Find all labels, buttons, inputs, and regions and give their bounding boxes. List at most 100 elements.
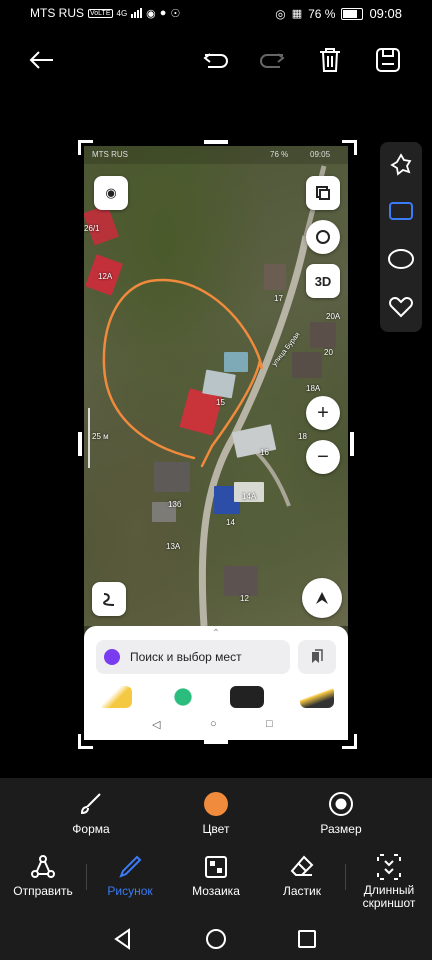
rotate-icon: [316, 230, 330, 244]
category-thumb[interactable]: [98, 686, 132, 708]
battery-percent: 76 %: [308, 6, 336, 21]
eye-icon: ◎: [275, 6, 286, 21]
tool-draw[interactable]: Рисунок: [87, 852, 173, 898]
avatar-button[interactable]: ◉: [94, 176, 128, 210]
zoom-out-button[interactable]: −: [306, 440, 340, 474]
arrow-left-icon[interactable]: [26, 44, 58, 76]
redo-icon[interactable]: [256, 44, 288, 76]
map-label: 26/1: [84, 224, 100, 233]
undo-icon[interactable]: [200, 44, 232, 76]
bookmarks-button[interactable]: [298, 640, 336, 674]
nav-home-icon[interactable]: [201, 924, 231, 954]
eraser-icon: [259, 852, 345, 882]
route-button[interactable]: [92, 582, 126, 616]
screenshot-preview[interactable]: 26/1 12A 17 20A 20 18A 15 18 16 14A 14 1…: [84, 146, 348, 740]
crop-handle-top-right[interactable]: [342, 140, 357, 155]
satellite-map[interactable]: 26/1 12A 17 20A 20 18A 15 18 16 14A 14 1…: [84, 146, 348, 626]
layers-button[interactable]: [306, 176, 340, 210]
bear-icon: ◉: [105, 185, 117, 200]
color-option[interactable]: Цвет: [171, 790, 261, 836]
location-icon: ●: [159, 7, 167, 19]
circle-icon[interactable]: [386, 244, 416, 274]
map-label: 20A: [326, 312, 341, 321]
compass-icon: [316, 592, 328, 604]
3d-button[interactable]: 3D: [306, 264, 340, 298]
carrier-label: MTS RUS: [30, 6, 84, 20]
alice-icon: [104, 649, 120, 665]
app-notification-icon: ☉: [170, 7, 181, 20]
nav-recents-icon[interactable]: [292, 924, 322, 954]
wifi-icon: ◉: [146, 7, 156, 20]
map-label: 20: [324, 348, 333, 357]
crop-handle-top[interactable]: [204, 140, 228, 144]
tool-mosaic[interactable]: Мозаика: [173, 852, 259, 898]
scroll-capture-icon: [346, 852, 432, 882]
route-icon: [103, 593, 115, 606]
trash-icon[interactable]: [314, 44, 346, 76]
rectangle-icon[interactable]: [386, 196, 416, 226]
crop-handle-right[interactable]: [350, 432, 354, 456]
inner-status-bar: MTS RUS 76 % 09:05: [84, 146, 348, 164]
brush-icon: [46, 790, 136, 818]
zoom-in-button[interactable]: +: [306, 396, 340, 430]
editor-toolbar: [0, 36, 432, 86]
category-thumb[interactable]: [300, 686, 334, 708]
nfc-icon: ▦: [291, 8, 303, 20]
color-dot-icon: [171, 790, 261, 818]
rotate-button[interactable]: [306, 220, 340, 254]
map-label: 16: [260, 448, 269, 457]
clock: 09:08: [369, 6, 402, 21]
mini-recents-icon: □: [266, 718, 273, 730]
crop-handle-bottom[interactable]: [204, 740, 228, 744]
layers-icon: [316, 186, 330, 200]
size-icon: [296, 790, 386, 818]
tool-eraser[interactable]: Ластик: [259, 852, 345, 898]
map-label: 13A: [166, 542, 181, 551]
heart-icon[interactable]: [386, 292, 416, 322]
bookmark-icon: [312, 649, 323, 663]
shape-option-label: Форма: [72, 822, 110, 836]
category-thumb[interactable]: [166, 686, 200, 708]
search-input[interactable]: Поиск и выбор мест: [96, 640, 290, 674]
tool-long-screenshot[interactable]: Длинный скриншот: [346, 852, 432, 910]
map-label: 14: [226, 518, 235, 527]
signal-icon: [131, 8, 143, 18]
compass-button[interactable]: [302, 578, 342, 618]
pen-icon: [87, 852, 173, 882]
map-label: 15: [216, 398, 225, 407]
network-label: 4G: [116, 8, 128, 18]
inner-carrier: MTS RUS: [92, 150, 128, 159]
volte-badge: VoLTE: [88, 8, 113, 18]
tool-long-screenshot-label: Длинный скриншот: [362, 883, 416, 911]
shape-panel: [380, 142, 422, 332]
tool-eraser-label: Ластик: [283, 884, 321, 898]
map-label: 18: [298, 432, 307, 441]
map-label: 18A: [306, 384, 321, 393]
battery-icon: [341, 7, 364, 20]
tool-share[interactable]: Отправить: [0, 852, 86, 898]
shape-option[interactable]: Форма: [46, 790, 136, 836]
tool-share-label: Отправить: [13, 884, 73, 898]
map-label: 17: [274, 294, 283, 303]
map-label: 14A: [242, 492, 257, 501]
crop-handle-bottom-left[interactable]: [78, 734, 93, 749]
mini-back-icon: ◁: [152, 719, 161, 731]
nav-back-icon[interactable]: [108, 924, 138, 954]
search-placeholder: Поиск и выбор мест: [130, 650, 242, 664]
freeform-icon[interactable]: [386, 150, 416, 180]
inner-battery: 76 %: [270, 150, 289, 159]
crop-handle-bottom-right[interactable]: [342, 734, 357, 749]
edit-panel: Форма Цвет Размер Отправить Рисунок Моза…: [0, 778, 432, 960]
mosaic-icon: [173, 852, 259, 882]
sheet-handle[interactable]: ⌃: [206, 628, 226, 639]
scale-bar: [88, 408, 90, 468]
crop-handle-left[interactable]: [78, 432, 82, 456]
tool-mosaic-label: Мозаика: [192, 884, 240, 898]
inner-clock: 09:05: [310, 150, 331, 159]
color-option-label: Цвет: [202, 822, 230, 836]
save-icon[interactable]: [372, 44, 404, 76]
category-thumb[interactable]: [230, 686, 264, 708]
size-option[interactable]: Размер: [296, 790, 386, 836]
crop-handle-top-left[interactable]: [78, 140, 93, 155]
search-sheet[interactable]: ⌃ Поиск и выбор мест ◁ ○ □: [84, 626, 348, 740]
